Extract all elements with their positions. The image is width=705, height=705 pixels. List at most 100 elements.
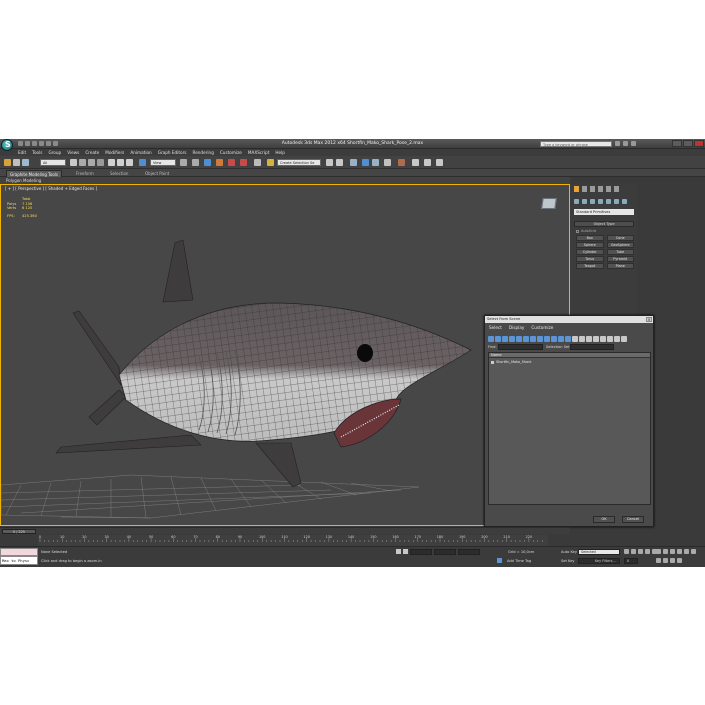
next-frame-icon[interactable] [645, 549, 650, 554]
snaps-toggle-icon[interactable] [204, 159, 211, 166]
time-config-icon[interactable] [677, 558, 682, 563]
selection-region-icon[interactable] [88, 159, 95, 166]
menu-tools[interactable]: Tools [32, 149, 42, 156]
schematic-view-icon[interactable] [384, 159, 391, 166]
find-input[interactable] [498, 344, 543, 350]
tab-selection[interactable]: Selection [110, 170, 128, 177]
selection-filter-dropdown[interactable]: All [40, 159, 66, 166]
lock-selection-icon[interactable] [396, 549, 401, 554]
layer-manager-icon[interactable] [350, 159, 357, 166]
zoom-extents-all-icon[interactable] [677, 549, 682, 554]
orbit-icon[interactable] [656, 558, 661, 563]
undo-icon[interactable] [39, 141, 44, 146]
menu-graph-editors[interactable]: Graph Editors [158, 149, 187, 156]
children-icon[interactable] [607, 335, 613, 342]
maximize-viewport-icon[interactable] [670, 558, 675, 563]
maxscript-listener-top[interactable] [0, 548, 38, 556]
pivot-center-icon[interactable] [180, 159, 187, 166]
display-shapes-icon[interactable] [495, 335, 501, 342]
ok-button[interactable]: OK [593, 516, 615, 523]
options-icon[interactable] [621, 335, 627, 342]
y-coordinate-field[interactable] [434, 549, 456, 555]
binoculars-icon[interactable] [615, 141, 620, 146]
dialog-menu-display[interactable]: Display [509, 325, 524, 330]
lights-icon[interactable] [590, 199, 595, 204]
z-coordinate-field[interactable] [458, 549, 480, 555]
pyramid-button[interactable]: Pyramid [606, 256, 634, 262]
select-by-name-icon[interactable] [79, 159, 86, 166]
tab-graphite-modeling-tools[interactable]: Graphite Modeling Tools [6, 170, 63, 177]
bind-space-warp-icon[interactable] [22, 159, 29, 166]
star-icon[interactable] [623, 141, 628, 146]
menu-customize[interactable]: Customize [220, 149, 242, 156]
sync-selection-icon[interactable] [593, 335, 599, 342]
edit-named-selection-icon[interactable] [254, 159, 261, 166]
go-to-start-icon[interactable] [624, 549, 629, 554]
display-lights-icon[interactable] [502, 335, 508, 342]
menu-group[interactable]: Group [48, 149, 61, 156]
tab-object-paint[interactable]: Object Paint [145, 170, 169, 177]
dependencies-icon[interactable] [600, 335, 606, 342]
select-invert-icon[interactable] [586, 335, 592, 342]
shapes-icon[interactable] [582, 199, 587, 204]
select-none-icon[interactable] [579, 335, 585, 342]
key-filters-button[interactable]: Key Filters... [578, 558, 620, 564]
menu-create[interactable]: Create [85, 149, 99, 156]
selection-set-dropdown[interactable] [570, 344, 614, 350]
cameras-icon[interactable] [598, 199, 603, 204]
polygon-modeling-panel[interactable]: Polygon Modeling [0, 177, 570, 184]
zoom-all-icon[interactable] [663, 549, 668, 554]
named-selection-icon[interactable] [267, 159, 274, 166]
primitive-category-dropdown[interactable]: Standard Primitives [574, 209, 634, 215]
open-file-icon[interactable] [25, 141, 30, 146]
redo-icon[interactable] [46, 141, 51, 146]
track-bar[interactable]: 0 10 20 30 40 50 60 70 80 90 100 110 120 130 140 150 160… [38, 535, 548, 546]
display-frozen-icon[interactable] [558, 335, 564, 342]
help-icon[interactable] [631, 141, 636, 146]
x-coordinate-field[interactable] [410, 549, 432, 555]
display-hidden-icon[interactable] [565, 335, 571, 342]
auto-key-mode-dropdown[interactable]: Selected [578, 549, 620, 555]
object-type-rollout[interactable]: Object Type [574, 221, 634, 227]
app-logo-icon[interactable]: S [1, 139, 13, 151]
absolute-mode-icon[interactable] [403, 549, 408, 554]
minimize-button[interactable] [672, 140, 682, 147]
hold-icon[interactable] [53, 141, 58, 146]
display-tab-icon[interactable] [606, 186, 611, 192]
curve-editor-icon[interactable] [372, 159, 379, 166]
set-key-label[interactable]: Set Key [561, 559, 575, 563]
render-production-icon[interactable] [436, 159, 443, 166]
tube-button[interactable]: Tube [606, 249, 634, 255]
named-selection-sets-dropdown[interactable]: Create Selection Se [277, 159, 321, 166]
display-containers-icon[interactable] [551, 335, 557, 342]
dialog-close-icon[interactable]: × [646, 317, 652, 322]
maxscript-mini-listener[interactable]: Max to Physc [0, 556, 38, 565]
add-time-tag-button[interactable]: Add Time Tag [507, 559, 531, 563]
box-button[interactable]: Box [576, 235, 604, 241]
display-helpers-icon[interactable] [516, 335, 522, 342]
geosphere-button[interactable]: GeoSphere [606, 242, 634, 248]
material-editor-icon[interactable] [398, 159, 405, 166]
keyboard-shortcut-icon[interactable] [192, 159, 199, 166]
select-all-icon[interactable] [572, 335, 578, 342]
display-geometry-icon[interactable] [488, 335, 494, 342]
modify-tab-icon[interactable] [582, 186, 587, 192]
window-crossing-icon[interactable] [97, 159, 104, 166]
select-object-icon[interactable] [70, 159, 77, 166]
menu-views[interactable]: Views [67, 149, 79, 156]
time-tag-icon[interactable] [497, 558, 502, 563]
display-spacewarps-icon[interactable] [523, 335, 529, 342]
space-warps-icon[interactable] [614, 199, 619, 204]
display-xrefs-icon[interactable] [537, 335, 543, 342]
cancel-button[interactable]: Cancel [622, 516, 644, 523]
name-column-header[interactable]: Name [489, 353, 650, 358]
menu-help[interactable]: Help [275, 149, 285, 156]
plane-button[interactable]: Plane [606, 263, 634, 269]
angle-snap-icon[interactable] [216, 159, 223, 166]
hierarchy-tab-icon[interactable] [590, 186, 595, 192]
helpers-icon[interactable] [606, 199, 611, 204]
dialog-menu-select[interactable]: Select [489, 325, 502, 330]
time-slider[interactable]: 0 / 225 [0, 527, 570, 534]
filter-icon[interactable] [614, 335, 620, 342]
display-groups-icon[interactable] [530, 335, 536, 342]
